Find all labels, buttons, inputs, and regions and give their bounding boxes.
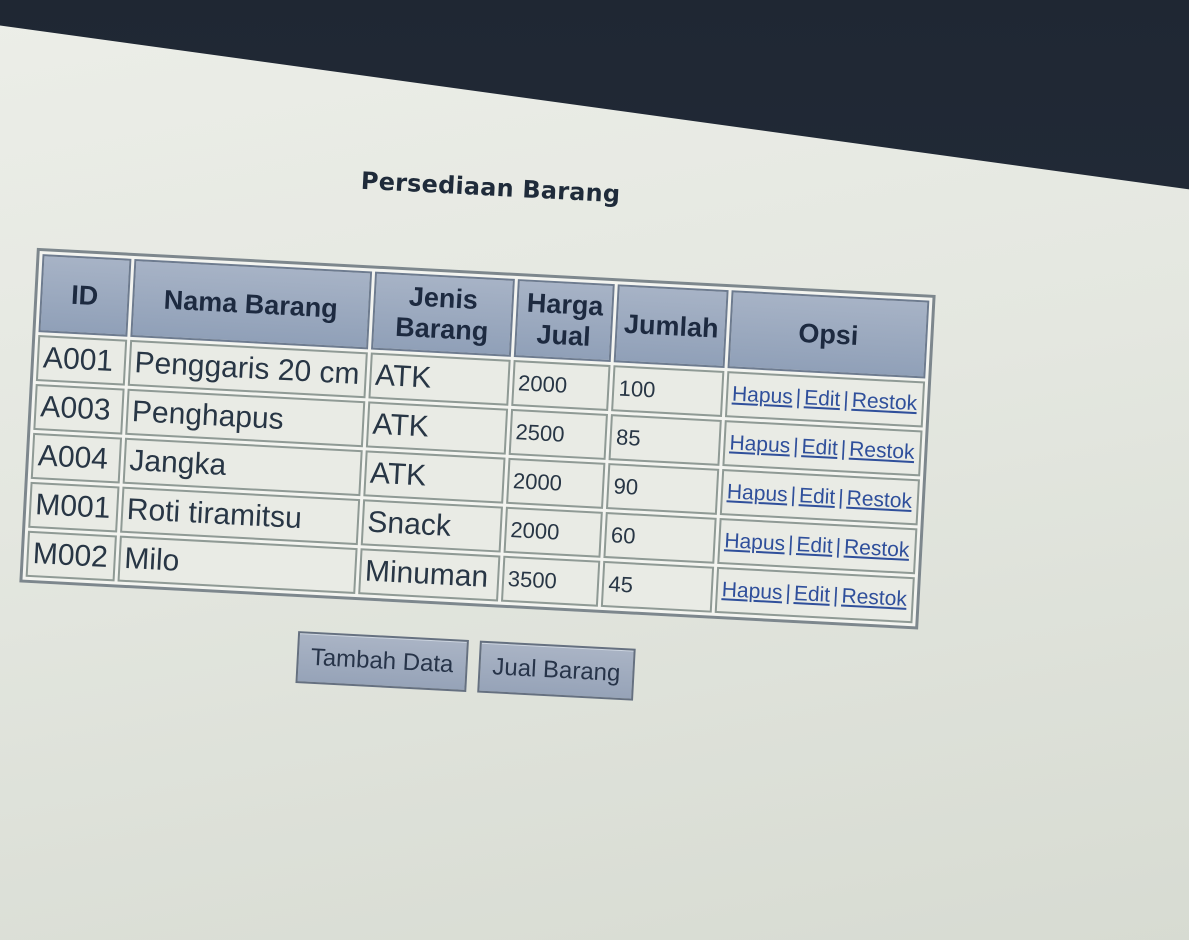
page-title: Persediaan Barang <box>360 166 622 209</box>
cell-jumlah: 90 <box>606 463 720 515</box>
cell-jenis-barang: Minuman <box>357 548 501 602</box>
restok-link[interactable]: Restok <box>841 584 907 610</box>
separator: | <box>840 437 847 461</box>
cell-opsi: Hapus|Edit|Restok <box>722 420 923 477</box>
edit-link[interactable]: Edit <box>804 386 841 411</box>
header-id: ID <box>38 254 132 337</box>
hapus-link[interactable]: Hapus <box>724 529 786 555</box>
cell-harga-jual: 2500 <box>508 408 609 460</box>
edit-link[interactable]: Edit <box>793 582 830 607</box>
restok-link[interactable]: Restok <box>851 389 917 415</box>
edit-link[interactable]: Edit <box>798 484 835 509</box>
restok-link[interactable]: Restok <box>846 487 912 513</box>
header-nama-barang: Nama Barang <box>129 258 372 350</box>
restok-link[interactable]: Restok <box>849 438 915 464</box>
cell-jumlah: 45 <box>601 560 715 613</box>
jual-barang-button[interactable]: Jual Barang <box>477 640 636 701</box>
separator: | <box>795 385 802 410</box>
cell-opsi: Hapus|Edit|Restok <box>717 517 918 575</box>
header-harga-jual: Harga Jual <box>513 279 616 363</box>
separator: | <box>790 483 797 507</box>
separator: | <box>842 388 850 412</box>
cell-id: A001 <box>35 335 127 386</box>
edit-link[interactable]: Edit <box>796 533 833 558</box>
cell-harga-jual: 2000 <box>505 457 606 509</box>
cell-harga-jual: 2000 <box>510 359 611 412</box>
header-jenis-barang: Jenis Barang <box>370 271 515 357</box>
cell-opsi: Hapus|Edit|Restok <box>724 371 926 428</box>
cell-nama-barang: Jangka <box>122 437 363 497</box>
cell-jenis-barang: ATK <box>362 450 506 504</box>
cell-nama-barang: Milo <box>117 535 358 594</box>
cell-id: A004 <box>30 432 122 484</box>
cell-nama-barang: Penggaris 20 cm <box>127 339 368 399</box>
cell-jumlah: 100 <box>611 365 725 417</box>
hapus-link[interactable]: Hapus <box>729 431 791 457</box>
separator: | <box>792 434 800 458</box>
cell-jenis-barang: Snack <box>360 499 503 553</box>
action-buttons: Tambah Data Jual Barang <box>15 616 916 715</box>
cell-harga-jual: 3500 <box>500 555 601 607</box>
header-jumlah: Jumlah <box>614 284 729 369</box>
cell-id: M002 <box>25 530 117 582</box>
edit-link[interactable]: Edit <box>801 435 838 460</box>
cell-jenis-barang: ATK <box>368 352 511 406</box>
cell-id: M001 <box>28 481 120 533</box>
header-opsi: Opsi <box>727 290 930 379</box>
cell-harga-jual: 2000 <box>503 506 604 558</box>
restok-link[interactable]: Restok <box>844 536 910 562</box>
cell-jumlah: 85 <box>608 414 722 466</box>
page-content: Persediaan Barang ID Nama Barang Jenis B… <box>15 150 941 715</box>
cell-opsi: Hapus|Edit|Restok <box>719 469 920 526</box>
cell-nama-barang: Roti tiramitsu <box>119 486 360 546</box>
separator: | <box>832 584 840 608</box>
hapus-link[interactable]: Hapus <box>732 382 794 408</box>
inventory-table: ID Nama Barang Jenis Barang Harga Jual J… <box>19 247 936 630</box>
cell-opsi: Hapus|Edit|Restok <box>714 566 915 624</box>
tambah-data-button[interactable]: Tambah Data <box>295 631 469 692</box>
separator: | <box>835 535 842 559</box>
cell-jumlah: 60 <box>603 512 717 564</box>
separator: | <box>787 532 795 556</box>
hapus-link[interactable]: Hapus <box>721 578 783 604</box>
cell-jenis-barang: ATK <box>365 401 508 455</box>
separator: | <box>784 581 792 605</box>
hapus-link[interactable]: Hapus <box>726 480 788 506</box>
separator: | <box>837 486 845 510</box>
cell-nama-barang: Penghapus <box>124 388 365 448</box>
cell-id: A003 <box>33 383 125 435</box>
